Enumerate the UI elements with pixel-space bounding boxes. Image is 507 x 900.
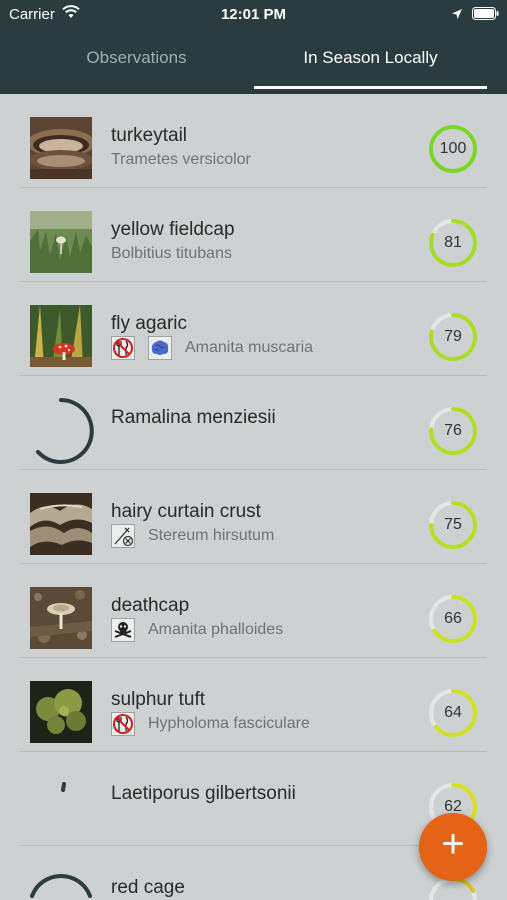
species-scientific-name: Stereum hirsutum — [148, 527, 275, 544]
score-value: 100 — [439, 140, 467, 157]
species-common-name: Ramalina menziesii — [111, 407, 276, 428]
species-common-name: red cage — [111, 877, 185, 898]
deathcap-photo — [30, 587, 92, 649]
sulphur-tuft-photo — [30, 681, 92, 743]
species-common-name: yellow fieldcap — [111, 219, 235, 240]
seasonality-score: 79 — [427, 311, 479, 363]
species-row-turkeytail[interactable]: turkeytail Trametes versicolor 100 — [0, 94, 507, 188]
status-time: 12:01 PM — [220, 6, 287, 23]
score-value: 66 — [444, 610, 462, 627]
seasonality-score: 81 — [427, 217, 479, 269]
seasonality-score: 64 — [427, 687, 479, 739]
species-scientific-name: Bolbitius titubans — [111, 245, 232, 262]
seasonality-score: 100 — [427, 123, 479, 175]
species-scientific-name: Amanita muscaria — [185, 339, 314, 356]
species-scientific-name: Amanita phalloides — [148, 621, 284, 638]
species-row-yellow-fieldcap[interactable]: yellow fieldcap Bolbitius titubans 81 — [0, 188, 507, 282]
status-bar: Carrier 12:01 PM — [0, 0, 507, 28]
tab-bar: Observations In Season Locally — [0, 28, 507, 94]
seasonality-score: 76 — [427, 405, 479, 457]
not-edible-icon — [111, 712, 135, 736]
score-value: 75 — [444, 516, 462, 533]
tab-observations[interactable]: Observations — [20, 28, 253, 94]
hairy-curtain-crust-photo — [30, 493, 92, 555]
species-common-name: hairy curtain crust — [111, 501, 261, 522]
species-row-sulphur-tuft[interactable]: sulphur tuft Hypholoma fasciculare 64 — [0, 658, 507, 752]
psychoactive-brain-icon — [148, 336, 172, 360]
not-edible-icon — [111, 336, 135, 360]
species-common-name: deathcap — [111, 595, 190, 616]
turkeytail-photo — [30, 117, 92, 179]
score-value: 81 — [444, 234, 462, 251]
loading-spinner-icon — [26, 866, 96, 900]
species-list[interactable]: turkeytail Trametes versicolor 100 yello… — [0, 94, 507, 900]
loading-spinner-icon — [26, 772, 96, 842]
tab-selected-indicator — [254, 86, 487, 89]
yellow-fieldcap-photo — [30, 211, 92, 273]
fly-agaric-photo — [30, 305, 92, 367]
score-value: 64 — [444, 704, 462, 721]
species-common-name: Laetiporus gilbertsonii — [111, 783, 296, 804]
species-scientific-name: Hypholoma fasciculare — [148, 715, 310, 732]
score-value: 79 — [444, 328, 462, 345]
species-common-name: fly agaric — [111, 313, 188, 334]
species-row-hairy-curtain-crust[interactable]: hairy curtain crust Stereum hirsutum 75 — [0, 470, 507, 564]
score-value: 76 — [444, 422, 462, 439]
species-row-fly-agaric[interactable]: fly agaric Amanita muscaria 79 — [0, 282, 507, 376]
species-common-name: turkeytail — [111, 125, 188, 146]
species-scientific-name: Trametes versicolor — [111, 151, 251, 168]
species-common-name: sulphur tuft — [111, 689, 205, 710]
inedible-cutlery-icon — [111, 524, 135, 548]
species-row-ramalina-menziesii[interactable]: Ramalina menziesii 76 — [0, 376, 507, 470]
seasonality-score: 75 — [427, 499, 479, 551]
add-icon: + — [441, 822, 465, 866]
location-arrow-icon — [451, 7, 463, 24]
add-observation-button[interactable]: + — [419, 813, 487, 881]
species-row-deathcap[interactable]: deathcap Amanita phalloides 66 — [0, 564, 507, 658]
tab-in-season-locally[interactable]: In Season Locally — [254, 28, 487, 94]
poison-skull-icon — [111, 618, 135, 642]
loading-spinner-icon — [26, 396, 96, 466]
seasonality-score: 66 — [427, 593, 479, 645]
battery-icon — [472, 7, 499, 24]
